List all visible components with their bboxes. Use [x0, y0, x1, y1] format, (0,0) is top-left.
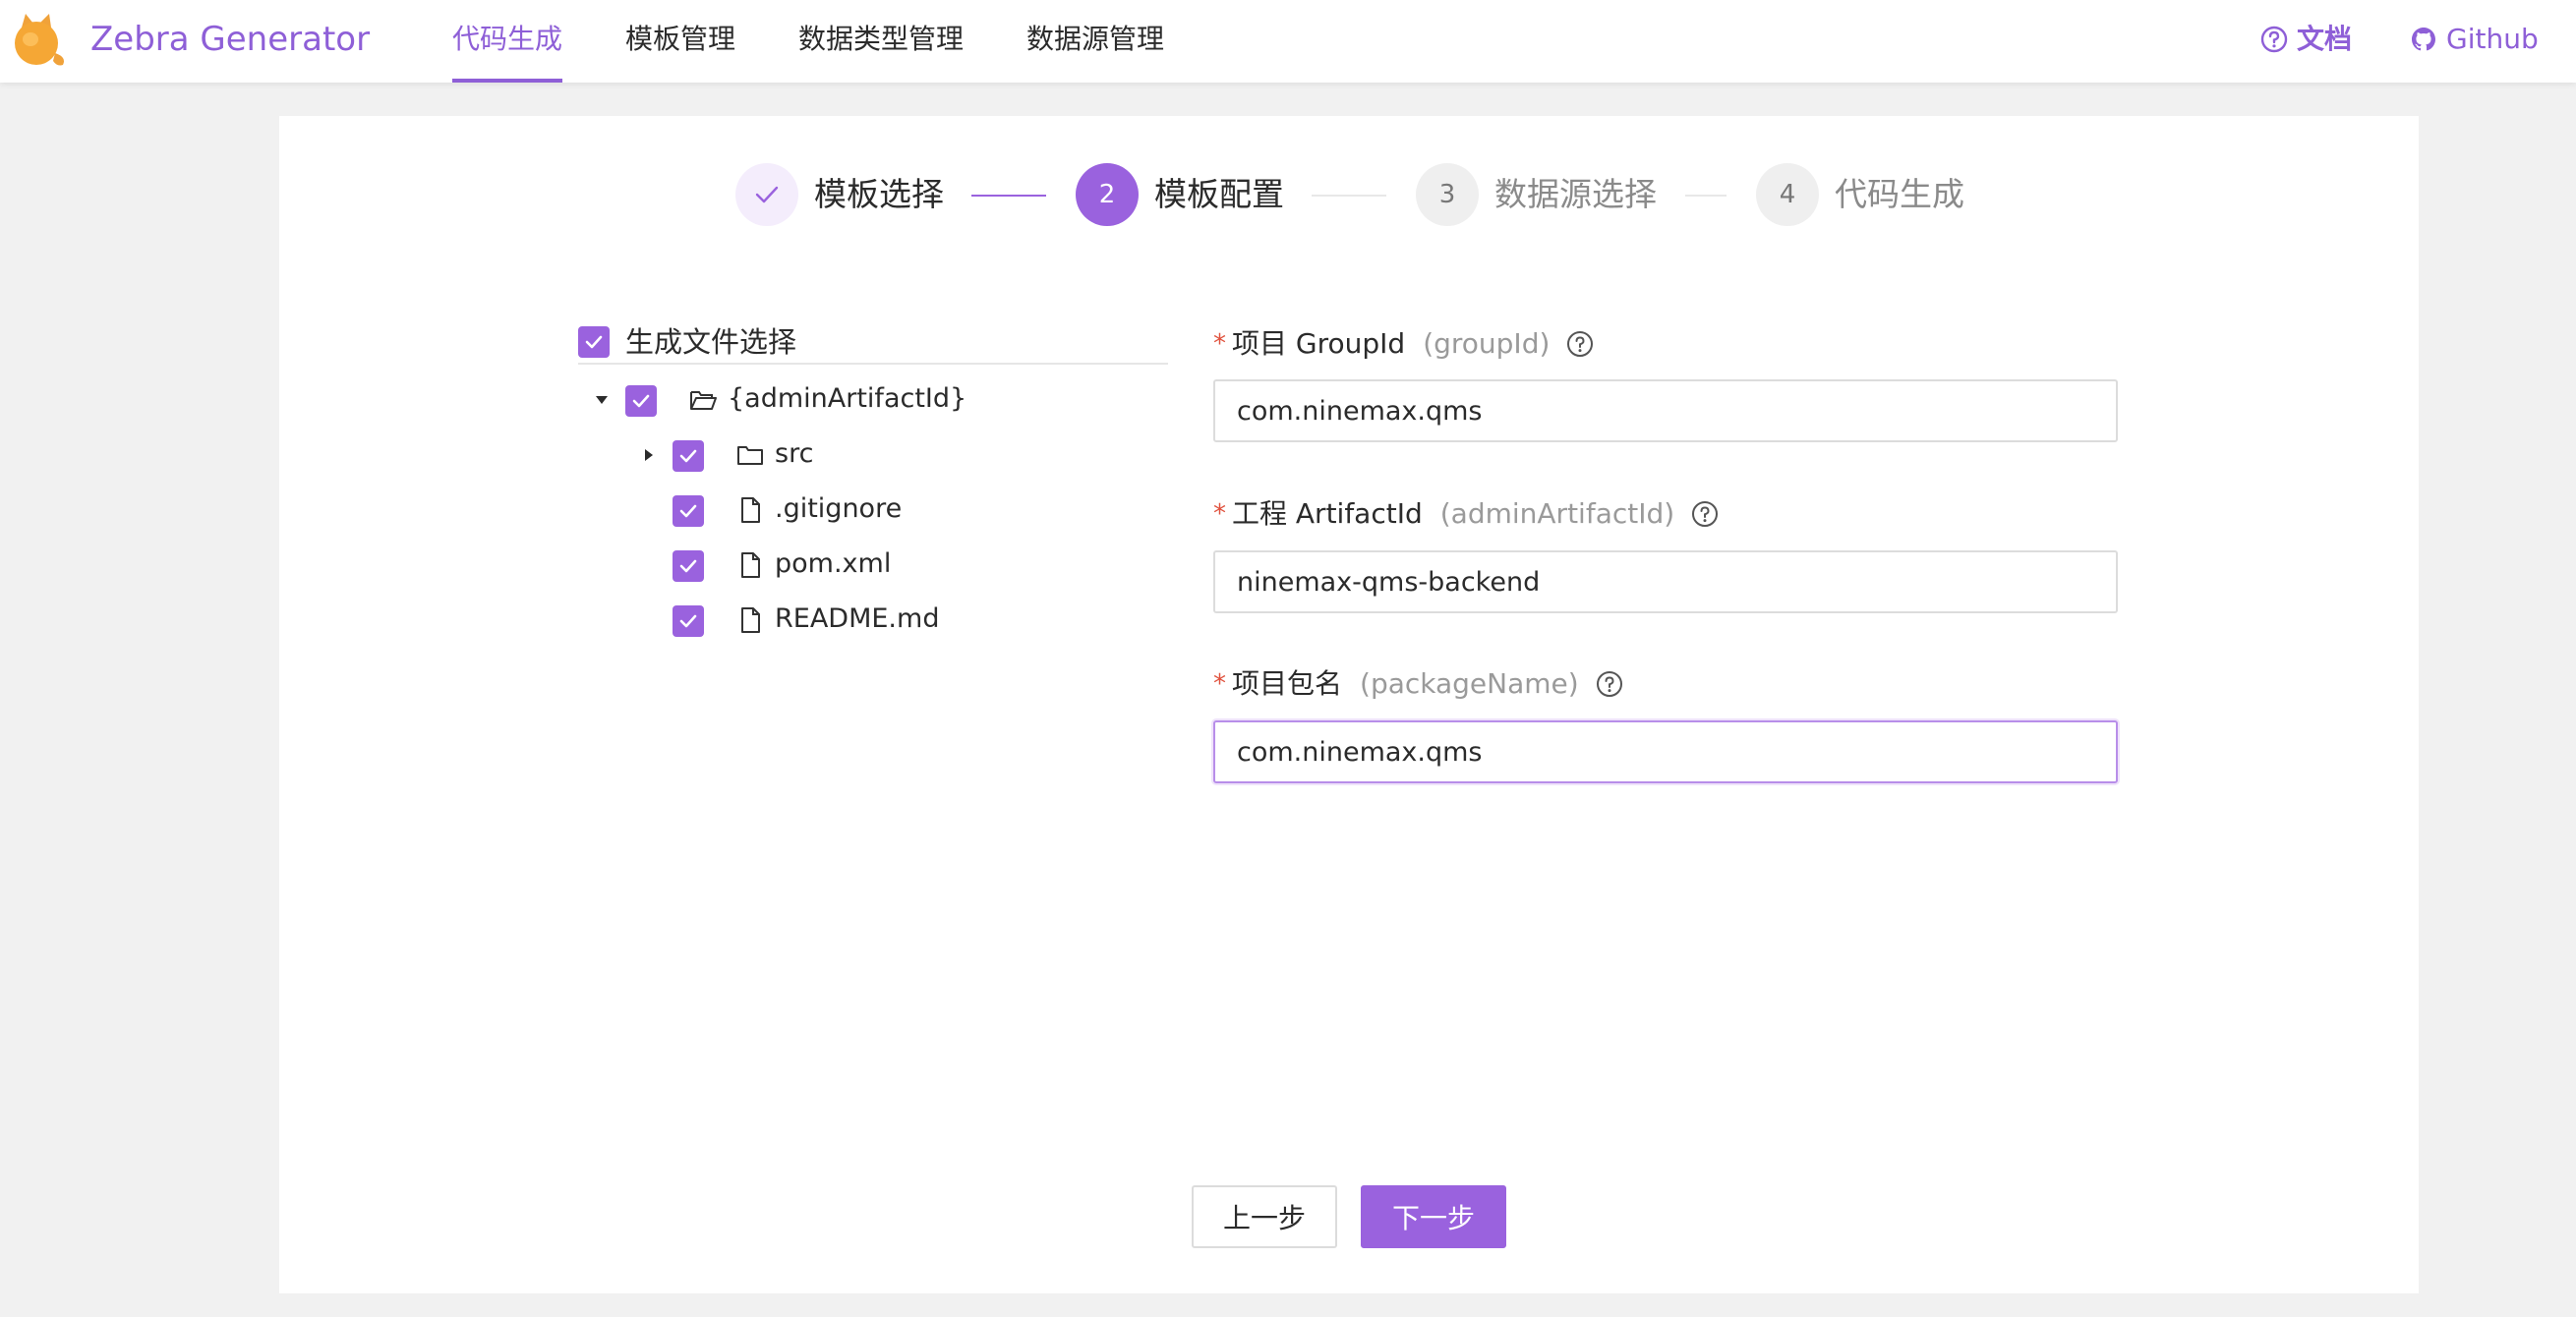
tree-expand-toggle[interactable]	[639, 445, 659, 465]
docs-link[interactable]: 文档	[2259, 18, 2352, 61]
top-navbar: Zebra Generator 代码生成 模板管理 数据类型管理 数据源管理 文…	[0, 0, 2576, 83]
file-icon	[735, 550, 765, 580]
check-icon	[752, 180, 782, 209]
github-icon	[2409, 25, 2438, 54]
tree-node-checkbox[interactable]	[673, 440, 704, 472]
artifactid-input[interactable]	[1213, 550, 2118, 613]
tree-node-label[interactable]: README.md	[775, 601, 939, 637]
step-4-circle: 4	[1756, 163, 1819, 226]
check-icon	[585, 335, 603, 349]
folder-open-icon	[688, 385, 718, 415]
folder-icon	[735, 440, 765, 470]
step-3-circle: 3	[1416, 163, 1479, 226]
groupid-label: * 项目 GroupId (groupId)	[1213, 324, 1595, 364]
step-2-title: 模板配置	[1154, 175, 1284, 213]
tree-node-checkbox[interactable]	[625, 385, 657, 417]
next-step-button[interactable]: 下一步	[1361, 1185, 1506, 1248]
github-link-label: Github	[2446, 23, 2539, 55]
app-logo	[12, 10, 69, 69]
check-icon	[679, 449, 697, 463]
packagename-variable: (packageName)	[1360, 667, 1579, 700]
tree-node-checkbox[interactable]	[673, 550, 704, 582]
packagename-label-text: 项目包名	[1232, 667, 1343, 700]
step-1-title: 模板选择	[814, 175, 944, 213]
packagename-input[interactable]	[1213, 720, 2118, 783]
step-2-circle: 2	[1076, 163, 1139, 226]
step-4-title: 代码生成	[1835, 175, 1964, 213]
prev-step-button[interactable]: 上一步	[1192, 1185, 1337, 1248]
artifactid-label: * 工程 ArtifactId (adminArtifactId)	[1213, 494, 1720, 534]
nav-tab-template-management[interactable]: 模板管理	[625, 18, 735, 61]
file-icon	[735, 495, 765, 525]
help-icon[interactable]	[1565, 329, 1595, 359]
nav-tab-code-generation[interactable]: 代码生成	[452, 18, 562, 61]
file-selection-label: 生成文件选择	[625, 325, 797, 359]
packagename-label: * 项目包名 (packageName)	[1213, 664, 1624, 704]
check-icon	[632, 394, 650, 408]
check-icon	[679, 504, 697, 518]
app-title: Zebra Generator	[90, 20, 371, 59]
nav-tab-datatype-management[interactable]: 数据类型管理	[798, 18, 964, 61]
tree-node-label[interactable]: {adminArtifactId}	[728, 381, 966, 417]
github-link[interactable]: Github	[2409, 18, 2539, 61]
step-connector-1	[971, 195, 1046, 197]
tree-node-checkbox[interactable]	[673, 605, 704, 637]
question-circle-icon	[2259, 25, 2289, 54]
tree-node-label[interactable]: src	[775, 436, 813, 472]
groupid-label-text: 项目 GroupId	[1232, 327, 1406, 360]
docs-link-label: 文档	[2297, 23, 2353, 55]
nav-tab-datasource-management[interactable]: 数据源管理	[1026, 18, 1164, 61]
required-marker: *	[1213, 329, 1226, 359]
step-3-title: 数据源选择	[1494, 175, 1657, 213]
active-tab-indicator	[452, 79, 562, 83]
help-icon[interactable]	[1595, 669, 1624, 699]
select-all-files-checkbox[interactable]	[578, 326, 610, 358]
tree-node-label[interactable]: pom.xml	[775, 546, 891, 582]
tree-node-checkbox[interactable]	[673, 495, 704, 527]
groupid-input[interactable]	[1213, 379, 2118, 442]
artifactid-variable: (adminArtifactId)	[1439, 497, 1675, 530]
step-connector-2	[1312, 195, 1386, 197]
tree-divider	[578, 363, 1168, 365]
caret-down-icon	[596, 396, 608, 404]
file-icon	[735, 605, 765, 635]
tree-expand-toggle[interactable]	[592, 390, 612, 410]
artifactid-label-text: 工程 ArtifactId	[1232, 497, 1423, 530]
required-marker: *	[1213, 499, 1226, 529]
required-marker: *	[1213, 669, 1226, 699]
step-1-circle	[735, 163, 798, 226]
main-card	[279, 116, 2419, 1293]
check-icon	[679, 614, 697, 628]
check-icon	[679, 559, 697, 573]
step-connector-3	[1685, 195, 1727, 197]
groupid-variable: (groupId)	[1423, 327, 1551, 360]
caret-right-icon	[645, 449, 653, 461]
tree-node-label[interactable]: .gitignore	[775, 491, 902, 527]
help-icon[interactable]	[1690, 499, 1720, 529]
